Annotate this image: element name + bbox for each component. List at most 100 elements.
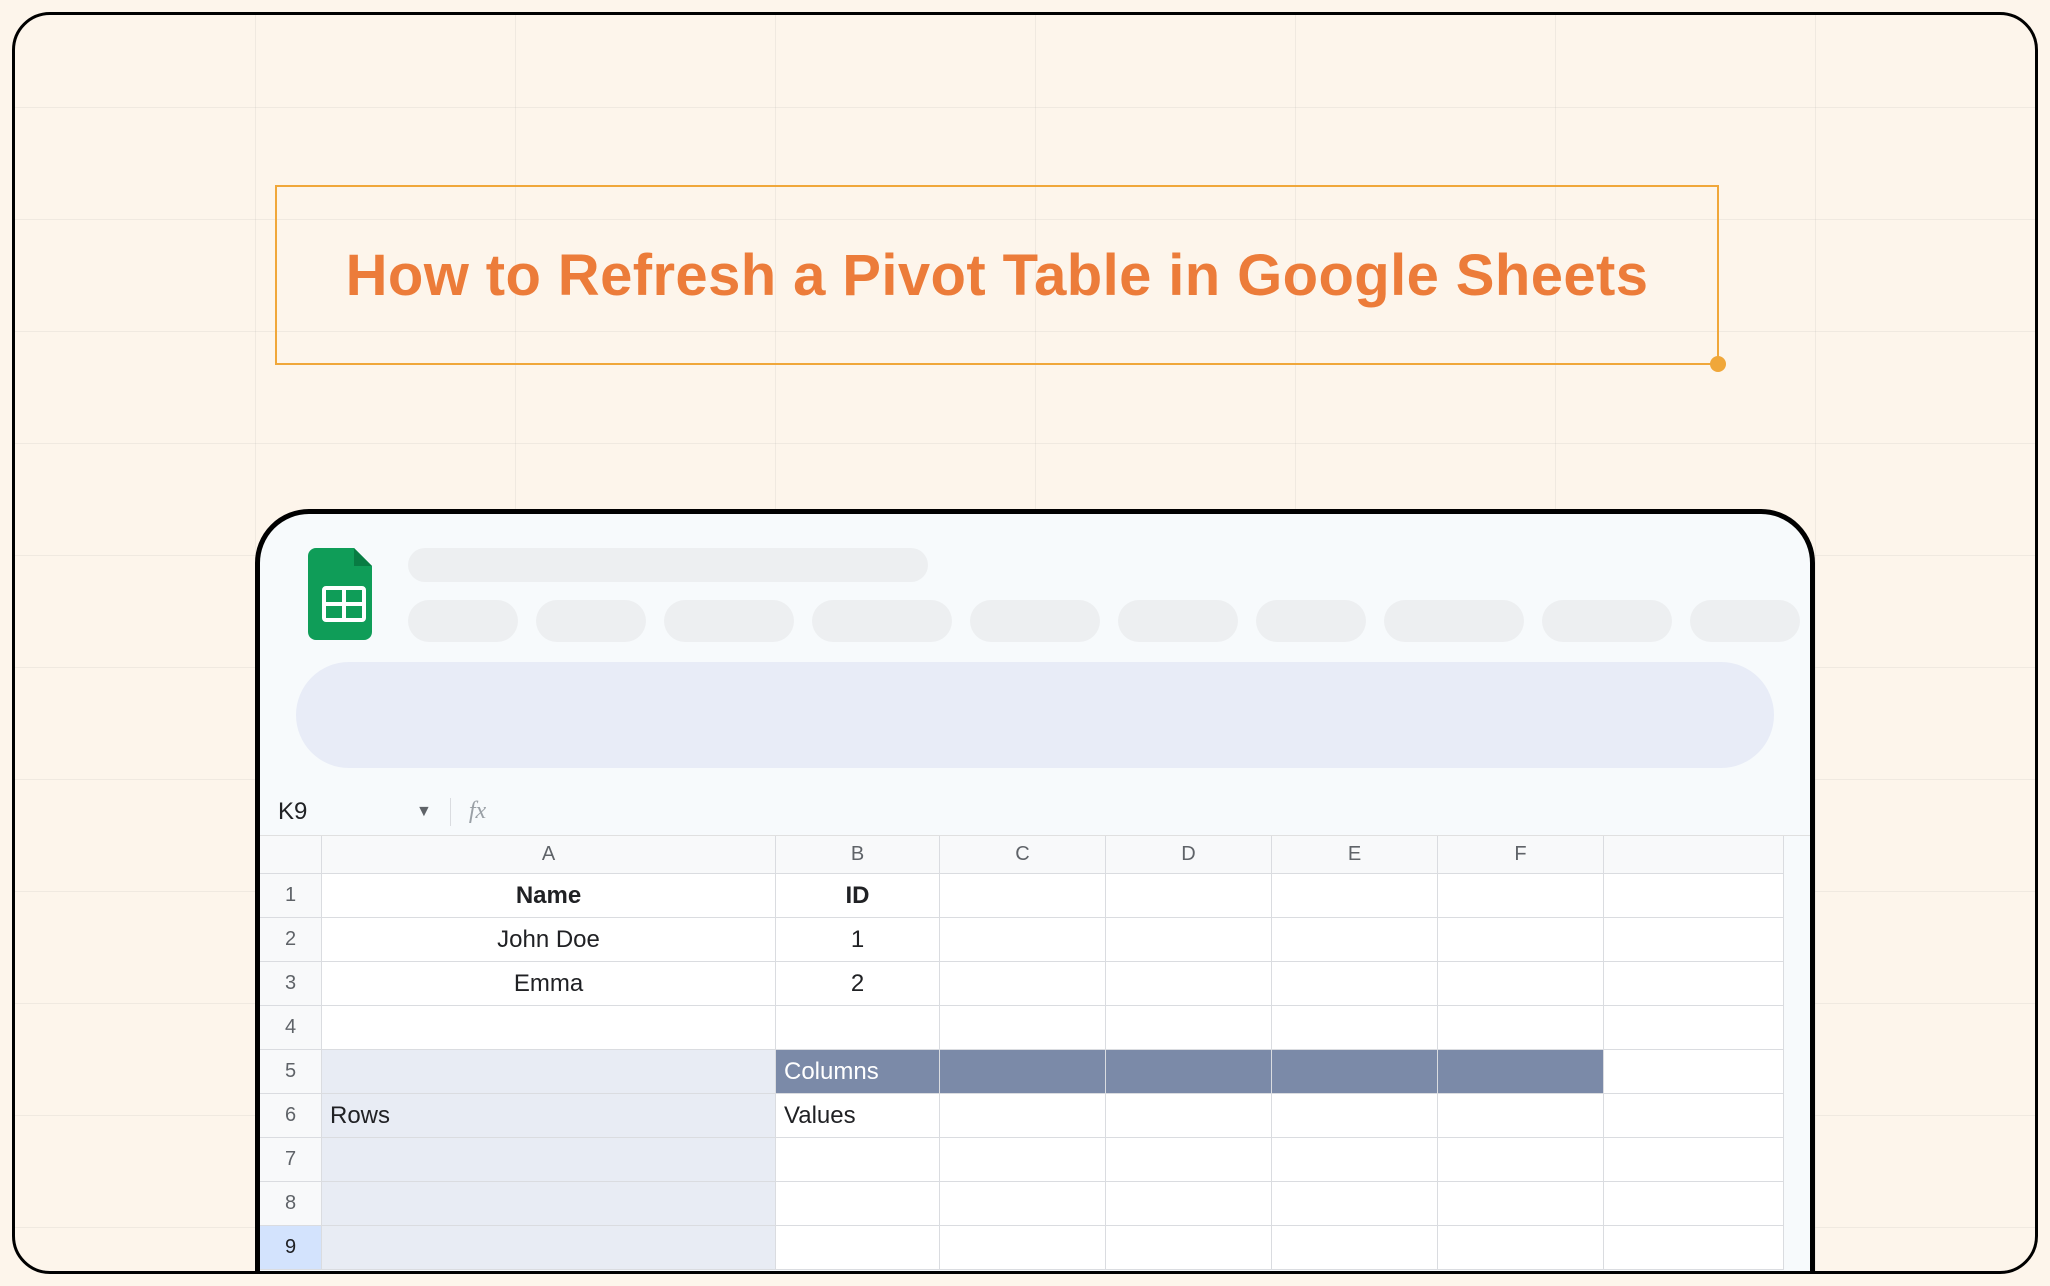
column-header[interactable]: A — [322, 836, 776, 874]
pivot-cell[interactable] — [322, 1226, 776, 1270]
cell[interactable] — [1604, 962, 1784, 1006]
cell[interactable] — [1604, 1050, 1784, 1094]
cell[interactable] — [1438, 1182, 1604, 1226]
row-header[interactable]: 5 — [260, 1050, 322, 1094]
cell[interactable] — [1106, 1006, 1272, 1050]
row-header[interactable]: 3 — [260, 962, 322, 1006]
cell[interactable] — [1604, 1094, 1784, 1138]
column-header[interactable]: B — [776, 836, 940, 874]
cell[interactable] — [940, 918, 1106, 962]
google-sheets-window: K9 ▼ fx 1 2 3 4 5 6 7 8 9 A B — [255, 509, 1815, 1274]
cell[interactable] — [1272, 874, 1438, 918]
cell[interactable]: ID — [776, 874, 940, 918]
cell[interactable] — [776, 1182, 940, 1226]
cell[interactable] — [940, 1094, 1106, 1138]
row-header[interactable]: 2 — [260, 918, 322, 962]
cell[interactable] — [940, 874, 1106, 918]
column-header[interactable]: C — [940, 836, 1106, 874]
cell[interactable] — [776, 1226, 940, 1270]
cell[interactable] — [1272, 1226, 1438, 1270]
cell[interactable] — [1272, 918, 1438, 962]
pivot-cell[interactable] — [1106, 1050, 1272, 1094]
cell[interactable] — [1604, 1182, 1784, 1226]
google-sheets-icon — [308, 548, 380, 640]
cell[interactable] — [940, 1226, 1106, 1270]
cell[interactable] — [1604, 1006, 1784, 1050]
column-header[interactable]: E — [1272, 836, 1438, 874]
pivot-cell[interactable] — [322, 1182, 776, 1226]
cell[interactable]: John Doe — [322, 918, 776, 962]
cell[interactable] — [1106, 1138, 1272, 1182]
pivot-values-label[interactable]: Values — [776, 1094, 940, 1138]
cell[interactable] — [940, 1006, 1106, 1050]
cell[interactable]: Emma — [322, 962, 776, 1006]
cell[interactable] — [1272, 962, 1438, 1006]
toolbar-skeleton — [296, 662, 1774, 768]
menu-skeleton — [970, 600, 1100, 642]
cell[interactable] — [1604, 874, 1784, 918]
title-skeleton — [408, 548, 928, 582]
divider — [450, 798, 451, 826]
cell[interactable]: Name — [322, 874, 776, 918]
cell[interactable]: 2 — [776, 962, 940, 1006]
cell[interactable] — [1438, 1226, 1604, 1270]
sheet-row: John Doe 1 — [322, 918, 1810, 962]
cell[interactable] — [1604, 1138, 1784, 1182]
cell[interactable] — [1272, 1006, 1438, 1050]
column-header[interactable]: D — [1106, 836, 1272, 874]
name-box[interactable]: K9 — [278, 798, 398, 826]
column-header[interactable]: F — [1438, 836, 1604, 874]
pivot-cell[interactable] — [322, 1138, 776, 1182]
cell[interactable] — [1272, 1094, 1438, 1138]
selection-handle-icon[interactable] — [1710, 356, 1726, 372]
cell[interactable] — [1272, 1138, 1438, 1182]
menu-skeleton — [1690, 600, 1800, 642]
cell[interactable] — [1438, 874, 1604, 918]
cell[interactable] — [940, 962, 1106, 1006]
cell[interactable] — [1438, 962, 1604, 1006]
cell[interactable] — [1106, 1182, 1272, 1226]
row-header[interactable]: 4 — [260, 1006, 322, 1050]
sheet-row: Rows Values — [322, 1094, 1810, 1138]
row-header[interactable]: 7 — [260, 1138, 322, 1182]
column-header[interactable] — [1604, 836, 1784, 874]
cell[interactable] — [1106, 1094, 1272, 1138]
cell[interactable]: 1 — [776, 918, 940, 962]
cell[interactable] — [776, 1006, 940, 1050]
row-header[interactable]: 6 — [260, 1094, 322, 1138]
cell[interactable] — [1106, 918, 1272, 962]
cell[interactable] — [1272, 1182, 1438, 1226]
row-header[interactable]: 1 — [260, 874, 322, 918]
cell[interactable] — [1604, 918, 1784, 962]
pivot-cell[interactable] — [940, 1050, 1106, 1094]
cell[interactable] — [940, 1138, 1106, 1182]
pivot-cell[interactable] — [1272, 1050, 1438, 1094]
row-header[interactable]: 8 — [260, 1182, 322, 1226]
pivot-rows-label[interactable]: Rows — [322, 1094, 776, 1138]
menu-skeleton — [664, 600, 794, 642]
select-all-corner[interactable] — [260, 836, 322, 874]
pivot-columns-label[interactable]: Columns — [776, 1050, 940, 1094]
sheet-row — [322, 1138, 1810, 1182]
cell[interactable] — [1106, 1226, 1272, 1270]
cell[interactable] — [1106, 962, 1272, 1006]
title-cell[interactable]: How to Refresh a Pivot Table in Google S… — [275, 185, 1719, 365]
sheets-logo-icon — [308, 548, 380, 640]
cell[interactable] — [776, 1138, 940, 1182]
sheet-body: A B C D E F Name ID — [322, 836, 1810, 1270]
sheet-row: Emma 2 — [322, 962, 1810, 1006]
fx-icon: fx — [469, 798, 486, 825]
pivot-cell[interactable] — [1438, 1050, 1604, 1094]
cell[interactable] — [1438, 1006, 1604, 1050]
cell[interactable] — [1438, 918, 1604, 962]
pivot-cell[interactable] — [322, 1050, 776, 1094]
cell[interactable] — [1438, 1094, 1604, 1138]
row-header[interactable]: 9 — [260, 1226, 322, 1270]
sheet-row — [322, 1182, 1810, 1226]
cell[interactable] — [322, 1006, 776, 1050]
cell[interactable] — [1106, 874, 1272, 918]
cell[interactable] — [940, 1182, 1106, 1226]
cell[interactable] — [1604, 1226, 1784, 1270]
name-box-dropdown-icon[interactable]: ▼ — [416, 803, 432, 821]
cell[interactable] — [1438, 1138, 1604, 1182]
